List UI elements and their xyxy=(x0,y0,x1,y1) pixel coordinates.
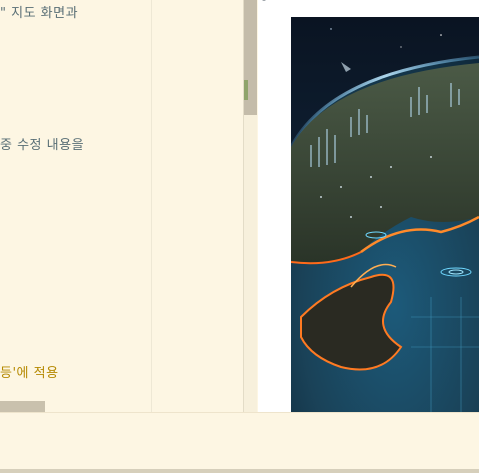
preview-image xyxy=(291,17,479,412)
horizontal-scrollbar-thumb[interactable] xyxy=(0,401,45,412)
editor-ruler xyxy=(151,0,152,412)
editor-line-3: 등'에 적용 xyxy=(0,366,59,381)
editor-pane[interactable]: " 지도 화면과 중 수정 내용을 등'에 적용 xyxy=(0,0,244,412)
scrollbar-change-marker xyxy=(244,80,248,100)
editor-line-1: " 지도 화면과 xyxy=(0,6,79,21)
editor-line-2: 중 수정 내용을 xyxy=(0,138,85,153)
bottom-panel xyxy=(0,412,479,470)
status-bar xyxy=(0,469,479,473)
